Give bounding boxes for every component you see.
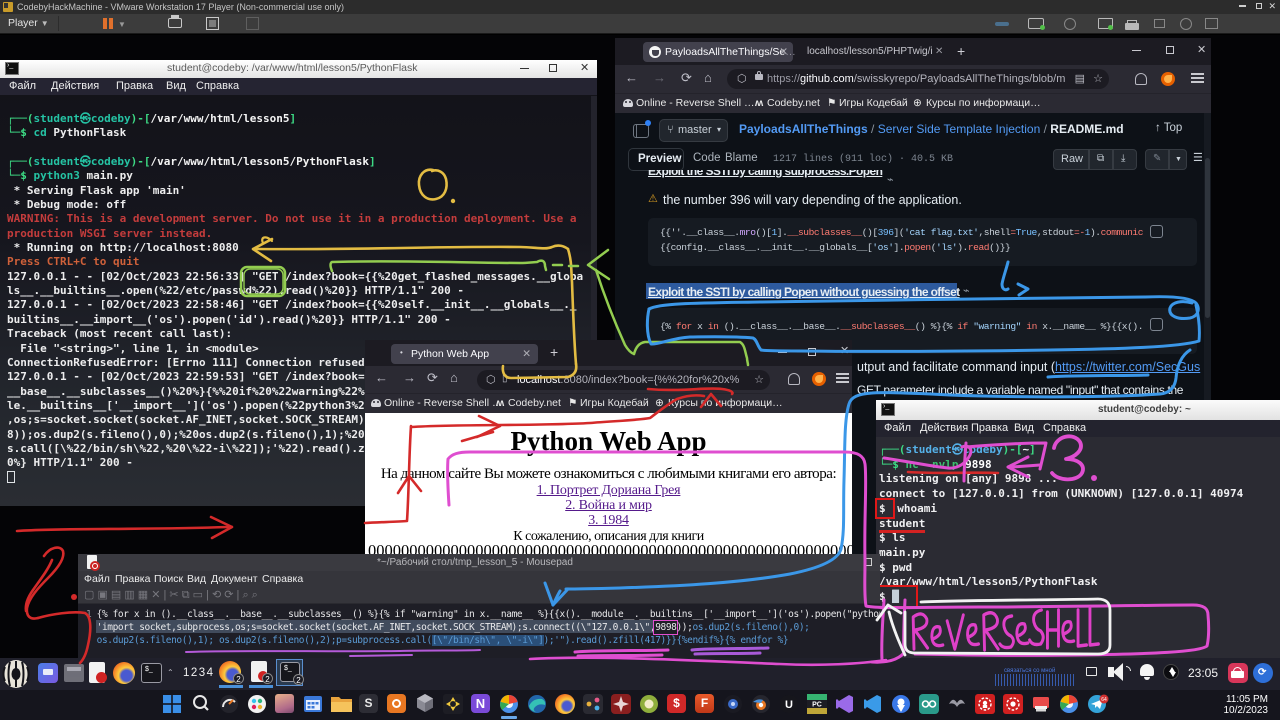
svg-text:64: 64 xyxy=(1101,697,1107,703)
svg-text:U: U xyxy=(785,699,793,711)
svg-text:PC: PC xyxy=(812,702,822,709)
